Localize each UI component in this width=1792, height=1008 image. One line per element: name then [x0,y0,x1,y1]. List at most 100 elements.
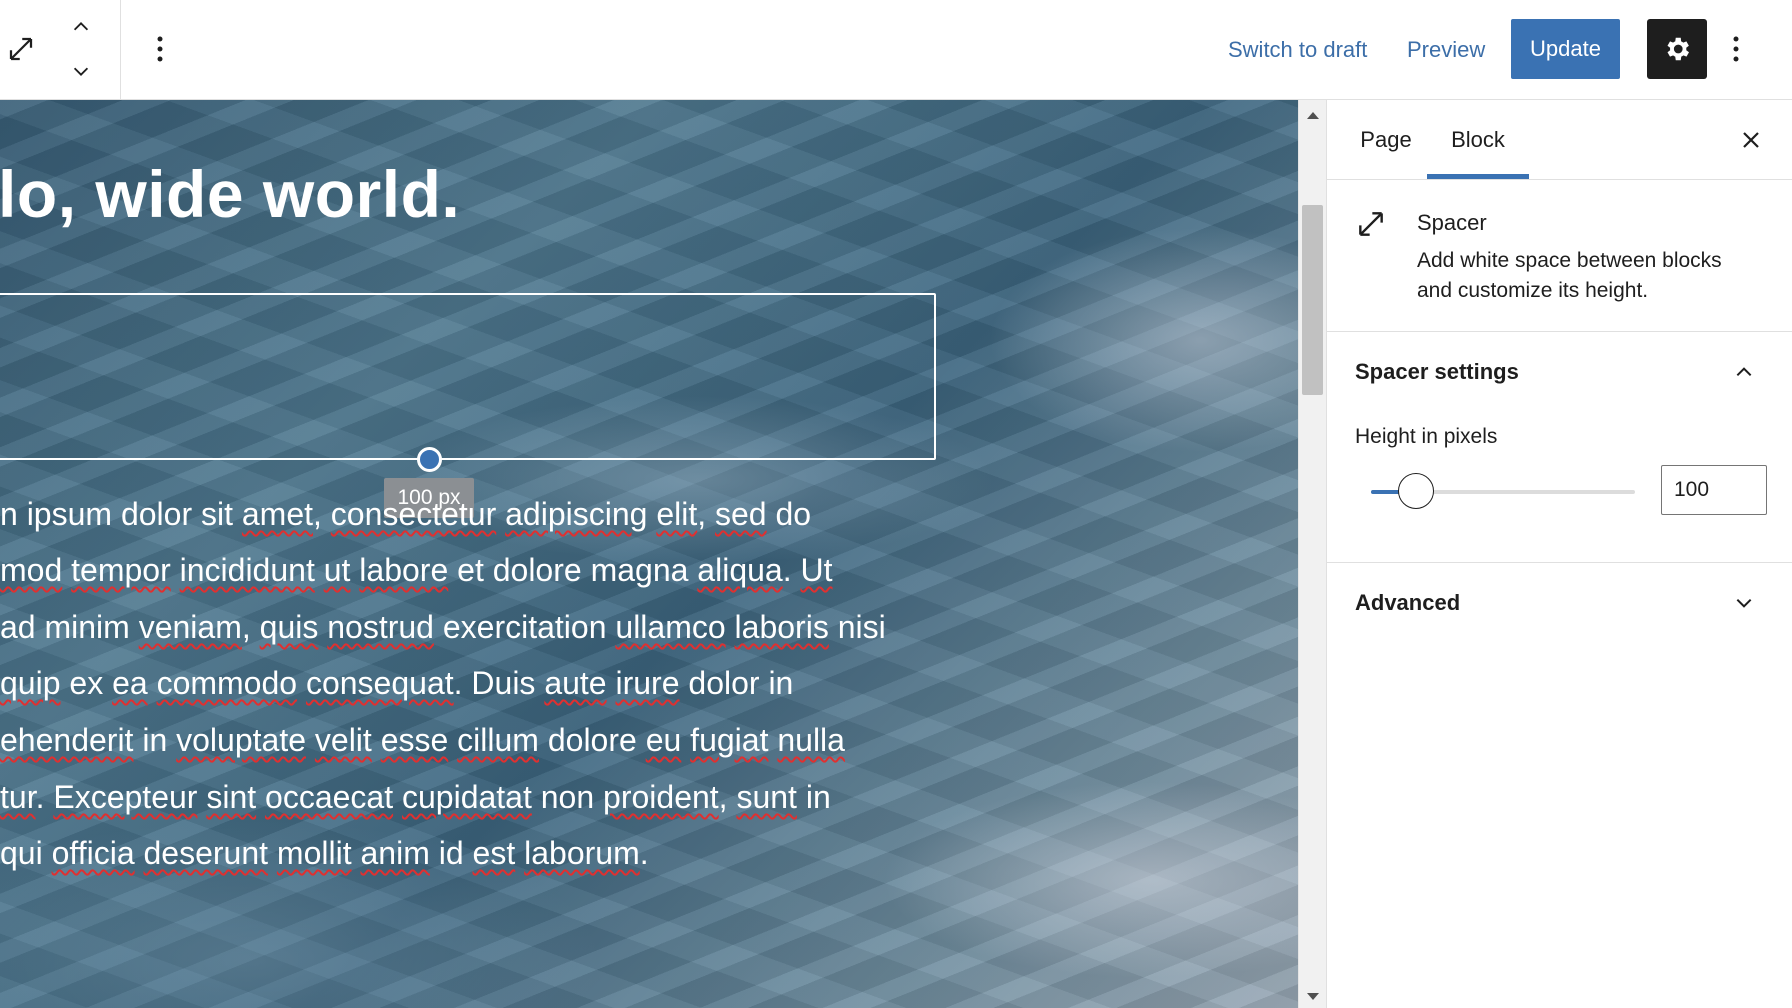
page-heading[interactable]: ello, wide world. [0,156,460,232]
chevron-down-icon[interactable] [68,58,94,84]
paragraph-text: , [718,779,737,815]
preview-button[interactable]: Preview [1407,28,1485,72]
paragraph-text [681,722,690,758]
misspelled-word: anim [360,835,430,871]
misspelled-word: ullamco [615,609,726,645]
misspelled-word: nostrud [327,609,434,645]
misspelled-word: adipiscing [505,496,648,532]
height-in-pixels-label: Height in pixels [1355,425,1498,448]
paragraph-text: dolor in [679,665,794,701]
advanced-title: Advanced [1355,590,1461,615]
paragraph-text [306,722,315,758]
misspelled-word: incididunt [179,552,315,588]
paragraph-text [297,665,306,701]
sidebar-tabs: Page Block [1327,100,1792,180]
misspelled-word: sed [715,496,767,532]
advanced-toggle[interactable]: Advanced [1327,563,1792,643]
misspelled-word: tempor [71,552,171,588]
misspelled-word: sunt [736,779,797,815]
resize-arrows-icon [1355,208,1387,240]
misspelled-word: quip [0,665,61,701]
height-number-input[interactable] [1661,465,1767,515]
close-sidebar-button[interactable] [1733,122,1769,158]
paragraph-line: mod tempor incididunt ut labore et dolor… [0,550,832,590]
editor-toolbar: Switch to draft Preview Update [0,0,1792,100]
paragraph-text [135,835,144,871]
spacer-resize-handle[interactable] [417,447,442,472]
more-vertical-icon[interactable] [146,30,174,68]
close-icon [1742,131,1760,149]
spacer-block[interactable] [0,293,936,460]
settings-sidebar: Page Block Spacer Add white space betwee… [1326,100,1792,1008]
scrollbar-thumb[interactable] [1302,205,1323,395]
paragraph-text [268,835,277,871]
paragraph-text: , [697,496,715,532]
block-card: Spacer Add white space between blocks an… [1327,180,1792,332]
paragraph-text: exercitation [433,609,616,645]
misspelled-word: labore [359,552,449,588]
paragraph-text [197,779,206,815]
gear-icon [1662,34,1692,64]
misspelled-word: cillum [457,722,539,758]
spacer-settings-toggle[interactable]: Spacer settings [1327,332,1792,412]
paragraph-text [768,722,777,758]
misspelled-word: ehenderit [0,722,134,758]
tab-block[interactable]: Block [1427,100,1529,180]
height-slider-thumb[interactable] [1397,473,1434,509]
misspelled-word: sint [206,779,257,815]
settings-button[interactable] [1647,19,1707,79]
misspelled-word: amet [241,496,314,532]
misspelled-word: laborum [524,835,640,871]
paragraph-text: , [313,496,331,532]
paragraph-text: in [133,722,177,758]
paragraph-text [448,722,457,758]
misspelled-word: consequat [305,665,454,701]
paragraph-text [171,552,180,588]
scroll-up-arrow-icon[interactable] [1307,112,1319,119]
misspelled-word: eu [645,722,682,758]
paragraph-line: qui officia deserunt mollit anim id est … [0,833,649,873]
misspelled-word: occaecat [265,779,394,815]
paragraph-text: do [766,496,812,532]
update-button[interactable]: Update [1511,19,1620,79]
misspelled-word: mod [0,552,63,588]
editor-canvas[interactable]: ello, wide world. 100 px n ipsum dolor s… [0,100,1298,1008]
misspelled-word: proident [603,779,719,815]
misspelled-word: tur [0,779,36,815]
block-card-title: Spacer [1417,210,1487,235]
more-vertical-icon[interactable] [1722,30,1750,68]
paragraph-text: . [35,779,54,815]
paragraph-line: ad minim veniam, quis nostrud exercitati… [0,607,886,647]
misspelled-word: deserunt [143,835,269,871]
misspelled-word: cupidatat [401,779,532,815]
paragraph-text: n ipsum dolor sit [0,496,242,532]
scroll-down-arrow-icon[interactable] [1307,993,1319,1000]
paragraph-text [350,552,359,588]
paragraph-line: quip ex ea commodo consequat. Duis aute … [0,663,793,703]
resize-arrows-icon[interactable] [2,30,40,68]
paragraph-text [372,722,381,758]
paragraph-text: dolore [538,722,646,758]
misspelled-word: ut [323,552,351,588]
active-tab-indicator [1427,174,1529,179]
switch-to-draft-button[interactable]: Switch to draft [1228,28,1367,72]
paragraph-text [515,835,524,871]
paragraph-text: ad minim [0,609,139,645]
paragraph-text [62,552,71,588]
tab-page[interactable]: Page [1347,100,1425,180]
paragraph-text: non [531,779,604,815]
paragraph-line: n ipsum dolor sit amet, consectetur adip… [0,494,811,534]
chevron-up-icon[interactable] [68,14,94,40]
misspelled-word: irure [615,665,680,701]
height-slider[interactable] [1371,473,1635,509]
chevron-down-icon [1730,589,1758,617]
misspelled-word: elit [656,496,698,532]
paragraph-text: ex [60,665,113,701]
paragraph-text: nisi [828,609,886,645]
paragraph-text: in [796,779,831,815]
paragraph-text: et dolore magna [448,552,698,588]
canvas-scrollbar[interactable] [1298,100,1326,1008]
paragraph-text: id [429,835,473,871]
block-card-description: Add white space between blocks and custo… [1417,249,1722,302]
chevron-up-icon [1730,358,1758,386]
